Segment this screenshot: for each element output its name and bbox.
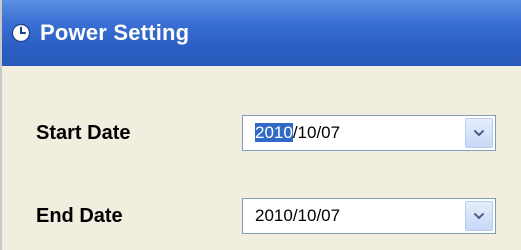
end-date-dropdown-button[interactable] bbox=[465, 201, 493, 231]
start-date-label: Start Date bbox=[36, 121, 131, 144]
start-date-value[interactable]: 2010/10/07 bbox=[243, 123, 340, 143]
end-date-picker[interactable]: 2010/10/07 bbox=[242, 198, 496, 234]
title-bar: Power Setting bbox=[2, 0, 521, 66]
start-date-picker[interactable]: 2010/10/07 bbox=[242, 115, 496, 151]
end-date-value[interactable]: 2010/10/07 bbox=[243, 206, 340, 226]
chevron-down-icon bbox=[474, 213, 484, 219]
start-date-row: Start Date 2010/10/07 bbox=[2, 113, 521, 153]
window-title: Power Setting bbox=[40, 20, 190, 45]
start-date-rest: /10/07 bbox=[292, 123, 341, 142]
start-date-dropdown-button[interactable] bbox=[465, 118, 493, 148]
start-date-selected-year: 2010 bbox=[255, 123, 293, 142]
power-setting-window: Power Setting Start Date 2010/10/07 End … bbox=[0, 0, 521, 250]
chevron-down-icon bbox=[474, 130, 484, 136]
end-date-label: End Date bbox=[36, 204, 123, 227]
end-date-row: End Date 2010/10/07 bbox=[2, 196, 521, 236]
clock-icon bbox=[10, 22, 32, 44]
